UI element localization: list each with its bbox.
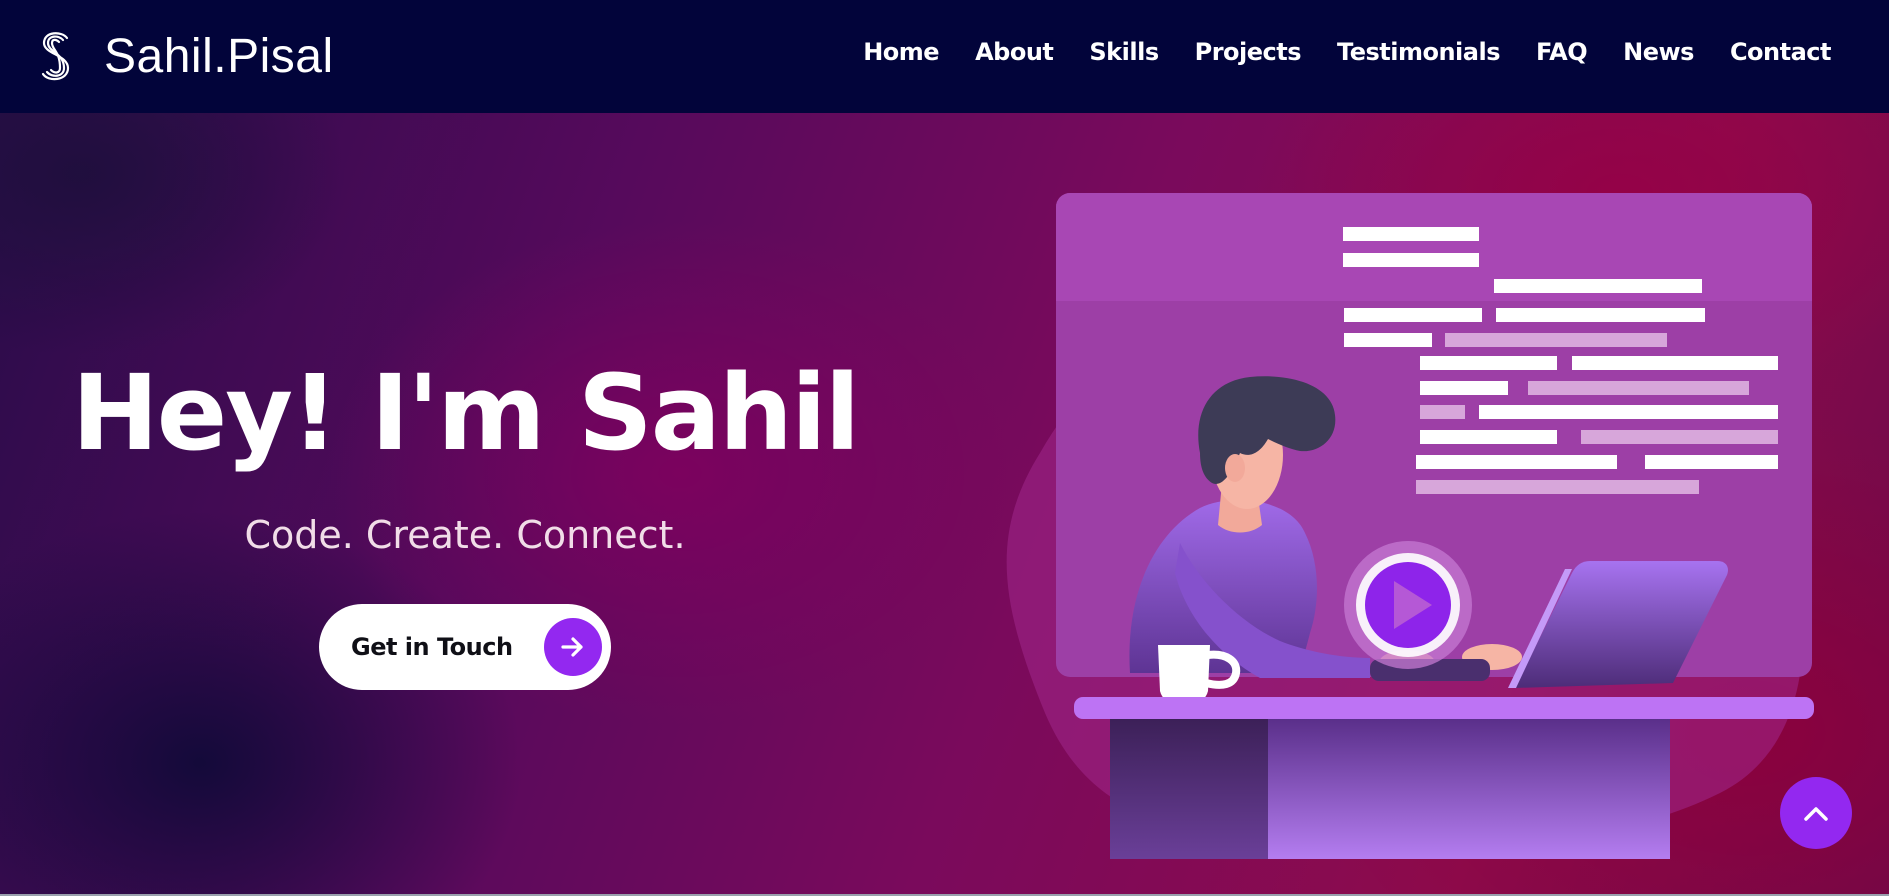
hero-subtitle: Code. Create. Connect. bbox=[244, 513, 686, 557]
play-button-graphic bbox=[1344, 541, 1472, 669]
nav-item-contact[interactable]: Contact bbox=[1730, 38, 1832, 66]
s-logo-icon bbox=[41, 32, 70, 81]
desk-leg-left bbox=[1110, 719, 1270, 859]
site-header: Sahil.Pisal Home About Skills Projects T… bbox=[0, 0, 1889, 113]
desk-leg-right bbox=[1268, 719, 1670, 859]
get-in-touch-button[interactable]: Get in Touch bbox=[319, 604, 611, 690]
developer-at-desk-illustration bbox=[1006, 193, 1814, 859]
chevron-up-icon bbox=[1804, 807, 1828, 821]
back-to-top-button[interactable] bbox=[1780, 777, 1852, 849]
desk-top bbox=[1074, 697, 1814, 719]
get-in-touch-label: Get in Touch bbox=[351, 633, 513, 661]
brand-link[interactable]: Sahil.Pisal bbox=[38, 28, 334, 84]
hero-title: Hey! I'm Sahil bbox=[71, 352, 861, 474]
nav-item-news[interactable]: News bbox=[1623, 38, 1694, 66]
nav-item-projects[interactable]: Projects bbox=[1195, 38, 1302, 66]
arrow-right-icon bbox=[544, 618, 602, 676]
nav-item-faq[interactable]: FAQ bbox=[1536, 38, 1588, 66]
nav-item-about[interactable]: About bbox=[975, 38, 1054, 66]
main-nav: Home About Skills Projects Testimonials … bbox=[863, 38, 1831, 66]
hero-section: Hey! I'm Sahil Code. Create. Connect. Ge… bbox=[0, 113, 1889, 896]
nav-item-testimonials[interactable]: Testimonials bbox=[1337, 38, 1500, 66]
brand-name: Sahil.Pisal bbox=[104, 29, 334, 83]
nav-item-home[interactable]: Home bbox=[863, 38, 939, 66]
nav-item-skills[interactable]: Skills bbox=[1089, 38, 1159, 66]
